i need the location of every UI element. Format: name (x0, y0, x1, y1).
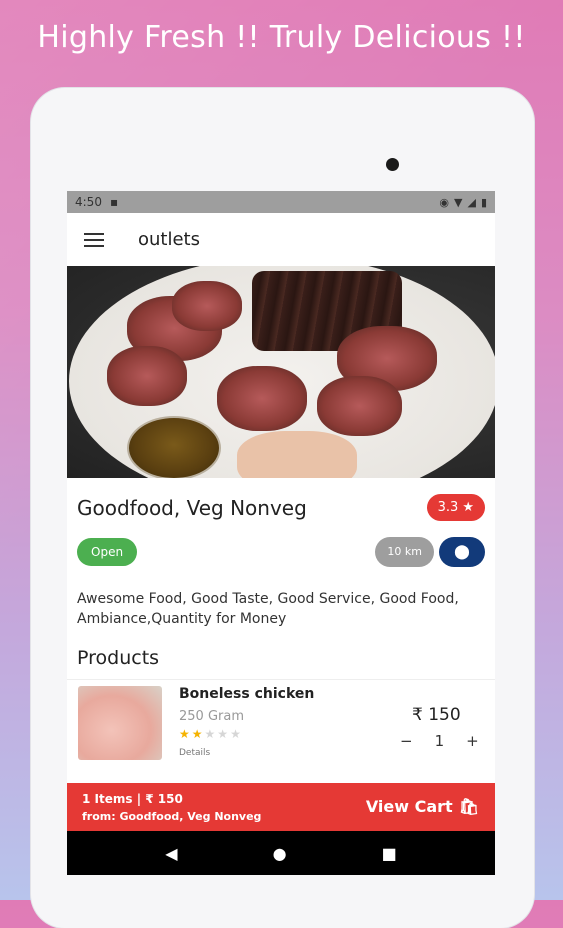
status-bar: 4:50 ▪ ◉ ▼ ◢ ▮ (67, 191, 495, 213)
page-title: outlets (138, 229, 200, 250)
status-time: 4:50 (75, 195, 102, 209)
wifi-icon: ▼ (454, 195, 463, 209)
cart-summary: 1 Items | ₹ 150 (82, 792, 183, 806)
location-button[interactable]: ⬤ (439, 537, 485, 567)
view-cart-label: View Cart (365, 797, 453, 816)
decrement-button[interactable]: − (400, 732, 413, 750)
app-bar: outlets (67, 213, 495, 266)
star-icon: ★ (191, 727, 205, 741)
shopping-bag-icon: 🛍 (458, 797, 479, 816)
device-screen: 4:50 ▪ ◉ ▼ ◢ ▮ outlets Goodfood, Veg Non… (67, 191, 495, 875)
product-card[interactable]: Boneless chicken 250 Gram ★★★★★ Details … (67, 679, 495, 770)
promo-headline: Highly Fresh !! Truly Delicious !! (37, 20, 526, 55)
signal-icon: ◢ (467, 195, 476, 209)
distance-badge: 10 km (375, 537, 434, 567)
back-triangle-icon[interactable]: ◀ (165, 844, 177, 863)
product-image (78, 686, 162, 760)
cart-outlet: from: Goodfood, Veg Nonveg (82, 810, 262, 823)
battery-icon: ▮ (480, 195, 487, 209)
quantity-stepper: − 1 + (400, 732, 479, 750)
status-badge: Open (77, 538, 138, 566)
sim-icon: ▪ (109, 195, 119, 209)
quantity-value: 1 (434, 732, 445, 750)
recents-square-icon[interactable]: ■ (382, 844, 397, 863)
view-cart-button[interactable]: View Cart 🛍 (366, 797, 479, 816)
cart-bar[interactable]: 1 Items | ₹ 150 from: Goodfood, Veg Nonv… (67, 783, 495, 831)
hamburger-menu-icon[interactable] (84, 232, 104, 247)
eye-icon: ◉ (439, 195, 449, 209)
increment-button[interactable]: + (466, 732, 479, 750)
star-icon: ★ (230, 727, 243, 741)
home-circle-icon[interactable]: ● (273, 844, 287, 863)
outlet-hero-image (67, 266, 495, 478)
product-details-link[interactable]: Details (179, 748, 210, 758)
product-weight: 250 Gram (179, 709, 244, 724)
star-icon: ★ (462, 500, 474, 515)
star-icon: ★ (204, 727, 218, 741)
system-nav-bar: ◀ ● ■ (67, 831, 495, 875)
star-icon: ★ (217, 727, 231, 741)
product-price: ₹ 150 (412, 705, 461, 725)
rating-badge: 3.3 ★ (426, 494, 485, 521)
outlet-description: Awesome Food, Good Taste, Good Service, … (77, 591, 459, 627)
outlet-info: Goodfood, Veg Nonveg 3.3 ★ Open 10 km ⬤ … (67, 494, 495, 669)
map-pin-icon: ⬤ (454, 544, 470, 560)
outlet-name: Goodfood, Veg Nonveg (77, 495, 307, 520)
product-rating-stars: ★★★★★ (179, 727, 243, 741)
product-name: Boneless chicken (179, 686, 315, 702)
star-icon: ★ (179, 727, 192, 741)
camera-dot (386, 158, 399, 171)
rating-value: 3.3 (437, 500, 459, 515)
products-heading: Products (77, 647, 160, 669)
